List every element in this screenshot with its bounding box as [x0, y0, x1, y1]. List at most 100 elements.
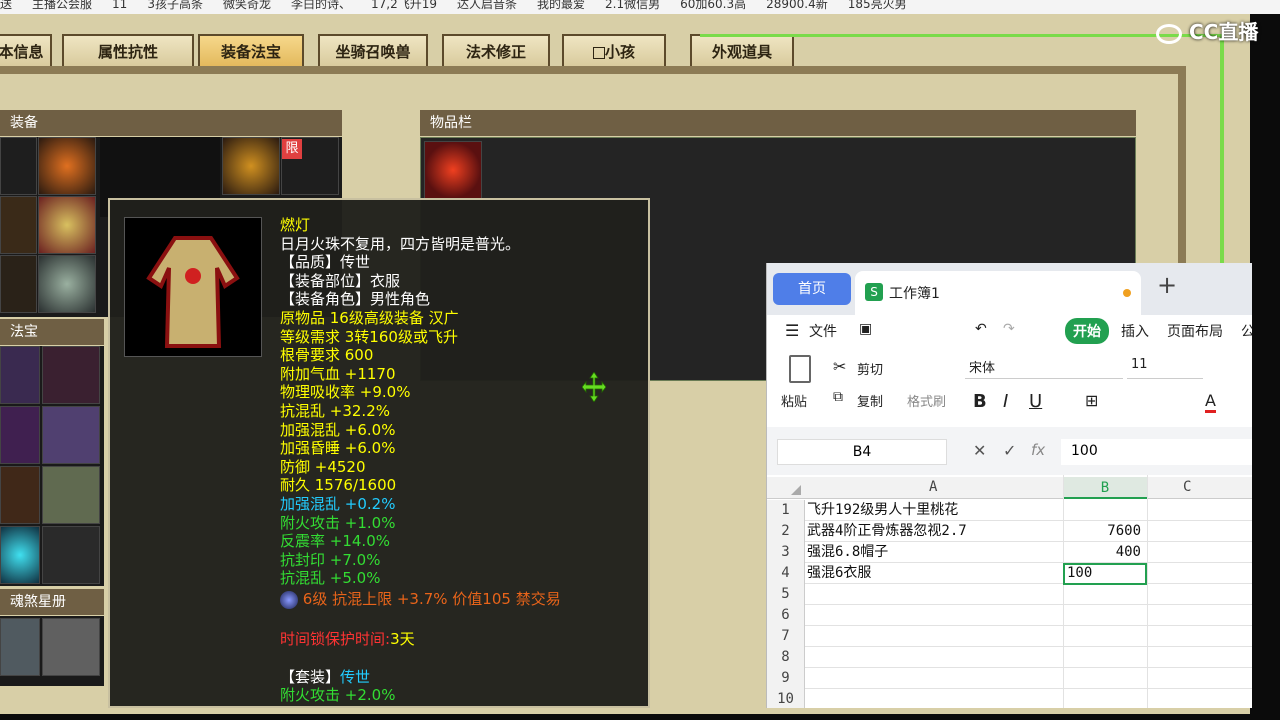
bookmark-item[interactable]: 微笑奇龙: [223, 0, 271, 10]
home-tab[interactable]: 首页: [773, 273, 851, 305]
equipment-slot-armor[interactable]: [38, 196, 96, 254]
treasure-slot[interactable]: [42, 466, 100, 524]
star-book-slot[interactable]: [42, 618, 100, 676]
border-icon[interactable]: ⊞: [1085, 391, 1098, 410]
row-number[interactable]: 6: [767, 605, 805, 626]
ribbon: 粘贴 ✂ 剪切 ⧉ 复制 格式刷 宋体 11 B I U ⊞ A: [767, 347, 1252, 427]
active-cell[interactable]: [1063, 563, 1147, 585]
font-size-select[interactable]: 11: [1127, 355, 1203, 379]
table-row: 1 飞升192级男人十里桃花: [767, 500, 1252, 521]
inventory-header: 物品栏: [420, 110, 1136, 136]
treasure-slot[interactable]: [0, 406, 40, 464]
formula-input[interactable]: 100: [1061, 439, 1252, 465]
equipment-slot-necklace[interactable]: [222, 137, 280, 195]
treasure-slot[interactable]: [0, 526, 40, 584]
tab-child[interactable]: 小孩: [562, 34, 666, 70]
font-color-icon[interactable]: A: [1205, 391, 1216, 413]
row-number[interactable]: 8: [767, 647, 805, 668]
select-all-corner[interactable]: [791, 485, 801, 495]
equipment-header: 装备: [0, 110, 342, 136]
bookmark-item[interactable]: 2.1微信男: [605, 0, 660, 10]
menu-layout[interactable]: 页面布局: [1167, 321, 1223, 341]
equipment-slot[interactable]: [0, 196, 37, 254]
underline-button[interactable]: U: [1029, 391, 1042, 412]
bookmark-item[interactable]: 主播公会服: [32, 0, 92, 10]
tab-spell-correction[interactable]: 法术修正: [442, 34, 550, 70]
fx-icon[interactable]: fx: [1031, 441, 1045, 459]
treasure-slot[interactable]: [0, 466, 40, 524]
menu-icon[interactable]: ☰: [785, 321, 799, 340]
paste-icon[interactable]: [789, 355, 811, 383]
cell-a[interactable]: 飞升192级男人十里桃花: [807, 500, 958, 521]
cc-watermark: CC直播: [1156, 16, 1276, 46]
menu-start[interactable]: 开始: [1065, 318, 1109, 344]
treasure-slot[interactable]: [42, 346, 100, 404]
font-select[interactable]: 宋体: [965, 355, 1123, 379]
cut-icon[interactable]: ✂: [833, 357, 846, 376]
menu-more[interactable]: 公: [1241, 321, 1252, 341]
tab-appearance[interactable]: 外观道具: [690, 34, 794, 70]
bold-button[interactable]: B: [973, 391, 987, 412]
bookmark-item[interactable]: 3孩子高条: [147, 0, 203, 10]
cell-b[interactable]: 400: [1063, 542, 1145, 563]
equipment-slot[interactable]: [0, 255, 37, 313]
bookmark-item[interactable]: 我的最爱: [537, 0, 585, 10]
tooltip-line: 抗封印 +7.0%: [280, 550, 381, 569]
tooltip-line: 防御 +4520: [280, 457, 366, 476]
save-icon[interactable]: ▣: [859, 321, 872, 337]
column-header-c[interactable]: C: [1183, 479, 1191, 495]
row-number[interactable]: 4: [767, 563, 805, 584]
treasure-slot[interactable]: [0, 346, 40, 404]
row-number[interactable]: 7: [767, 626, 805, 647]
tab-attributes[interactable]: 属性抗性: [62, 34, 194, 70]
copy-icon[interactable]: ⧉: [833, 389, 843, 405]
menu-file[interactable]: 文件: [809, 321, 837, 341]
confirm-icon[interactable]: ✓: [1003, 441, 1016, 460]
bookmark-item[interactable]: 达人启音条: [457, 0, 517, 10]
tab-basic-info[interactable]: 本信息: [0, 34, 52, 70]
bookmark-item[interactable]: 185亮火男: [848, 0, 907, 10]
name-box[interactable]: B4: [777, 439, 947, 465]
bookmark-item[interactable]: 28900.4新: [766, 0, 828, 10]
redo-icon[interactable]: ↷: [1003, 321, 1015, 337]
undo-icon[interactable]: ↶: [975, 321, 987, 337]
cell-a[interactable]: 强混6.8帽子: [807, 542, 888, 563]
new-tab-button[interactable]: +: [1157, 271, 1177, 299]
tab-mount-summon[interactable]: 坐骑召唤兽: [318, 34, 428, 70]
cancel-icon[interactable]: ✕: [973, 441, 986, 460]
row-number[interactable]: 2: [767, 521, 805, 542]
treasure-slot[interactable]: [42, 406, 100, 464]
workbook-tab[interactable]: S 工作簿1: [855, 271, 1141, 315]
format-painter-button[interactable]: 格式刷: [907, 391, 946, 410]
row-number[interactable]: 5: [767, 584, 805, 605]
tab-equipment-treasure[interactable]: 装备法宝: [198, 34, 304, 70]
cell-b[interactable]: 7600: [1063, 521, 1145, 542]
column-header-b[interactable]: B: [1063, 477, 1147, 499]
row-number[interactable]: 1: [767, 500, 805, 521]
item-name: 燃灯: [280, 216, 311, 234]
row-number[interactable]: 9: [767, 668, 805, 689]
star-book-slot[interactable]: [0, 618, 40, 676]
menu-insert[interactable]: 插入: [1121, 321, 1149, 341]
row-number[interactable]: 3: [767, 542, 805, 563]
row-number[interactable]: 10: [767, 689, 805, 708]
equipment-slot-boots[interactable]: [38, 255, 96, 313]
bookmark-item[interactable]: 60加60.3高: [680, 0, 746, 10]
bookmark-item[interactable]: 送: [0, 0, 12, 10]
move-cursor-icon: [582, 372, 606, 402]
paste-button[interactable]: 粘贴: [781, 391, 807, 410]
column-header-a[interactable]: A: [929, 479, 937, 495]
cell-a[interactable]: 强混6衣服: [807, 563, 871, 584]
bookmark-item[interactable]: 李白的诗、: [291, 0, 351, 10]
cell-a[interactable]: 武器4阶正骨炼器忽视2.7: [807, 521, 967, 542]
equipment-slot[interactable]: [0, 137, 37, 195]
treasure-slot[interactable]: [42, 526, 100, 584]
bookmark-item[interactable]: 11: [112, 0, 127, 10]
inventory-item-orb[interactable]: [424, 141, 482, 199]
cut-button[interactable]: 剪切: [857, 359, 883, 378]
bookmark-item[interactable]: 17,2飞升19: [371, 0, 437, 10]
tooltip-line: 反震率 +14.0%: [280, 532, 390, 551]
italic-button[interactable]: I: [1003, 391, 1008, 412]
equipment-slot-helmet[interactable]: [38, 137, 96, 195]
copy-button[interactable]: 复制: [857, 391, 883, 410]
